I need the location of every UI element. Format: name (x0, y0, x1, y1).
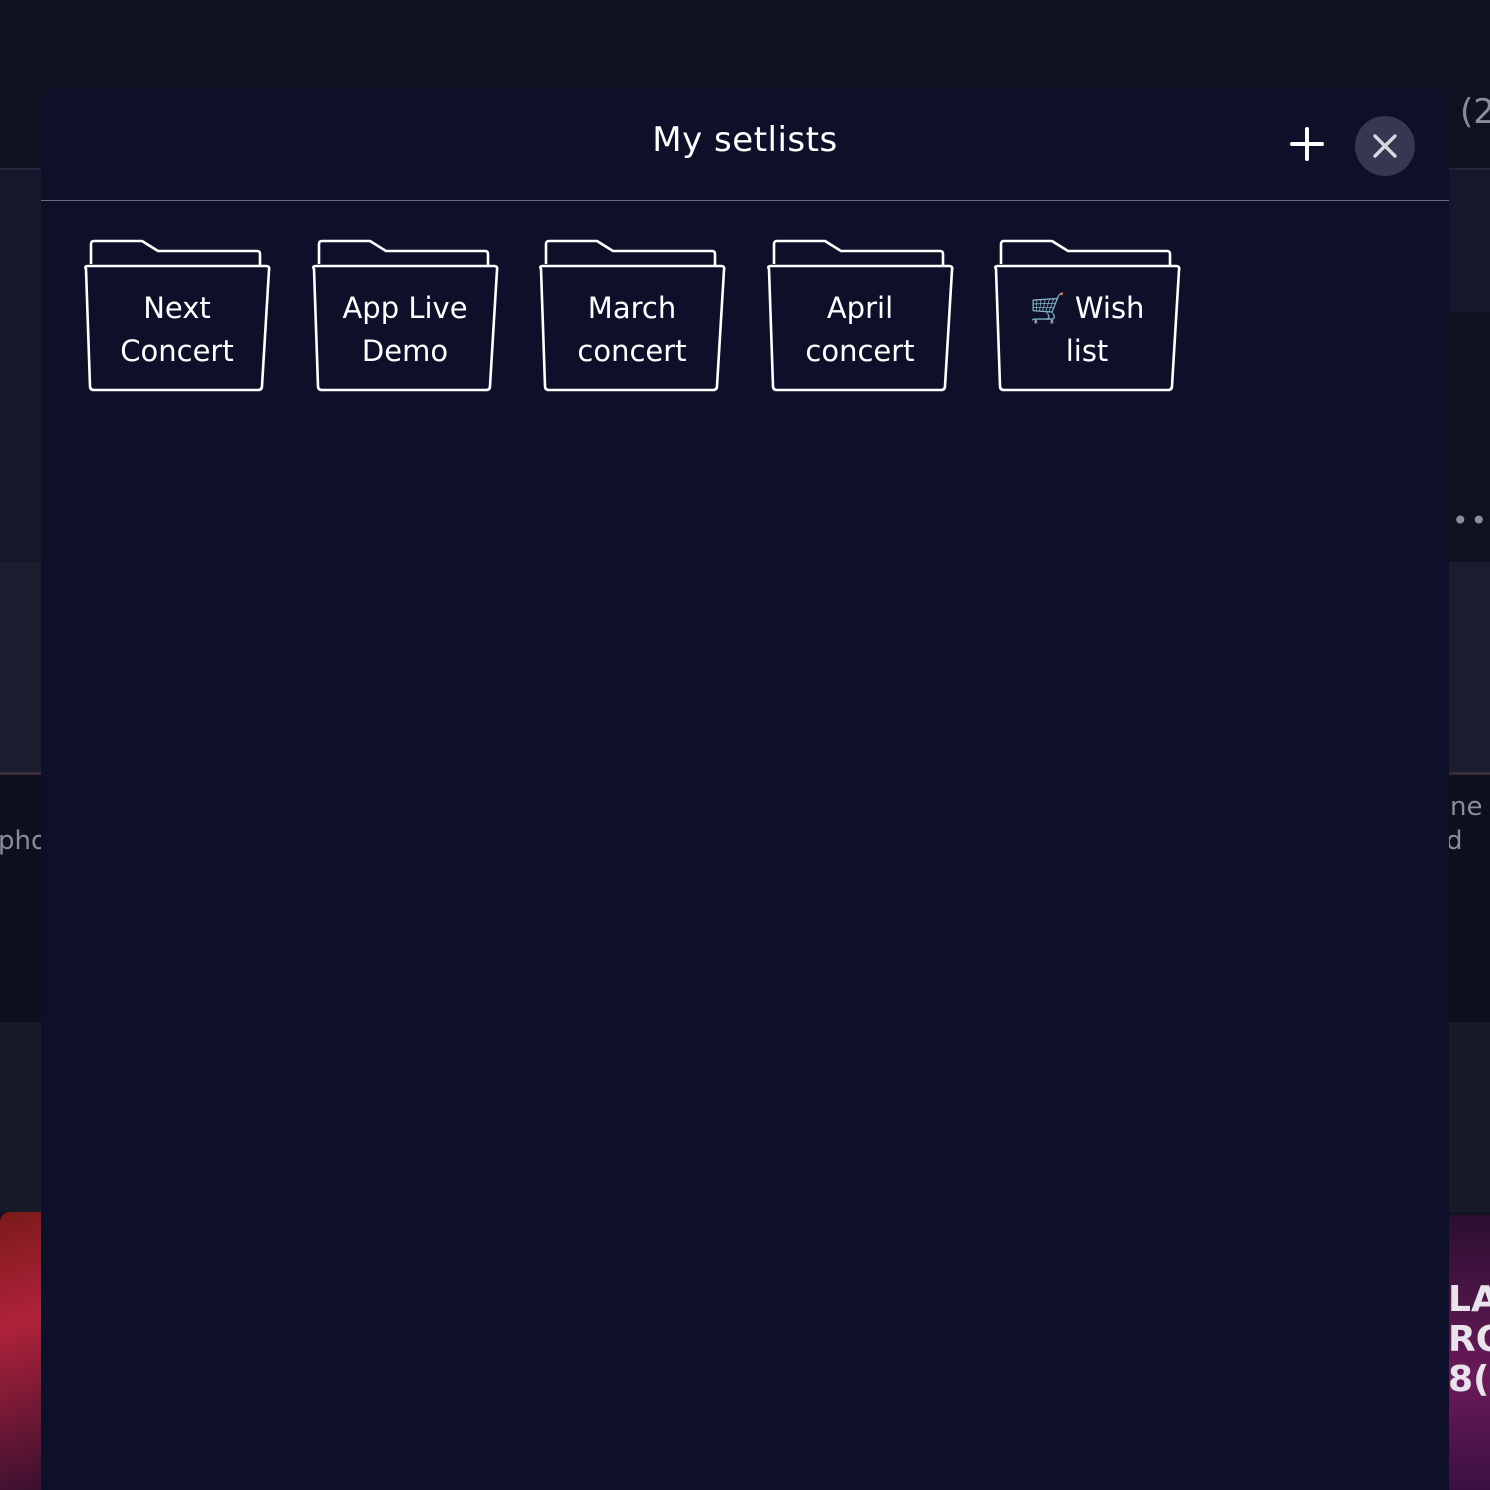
setlist-folder-next-concert[interactable]: Next Concert (82, 238, 272, 394)
setlist-folder-wish-list[interactable]: 🛒 Wish list (992, 238, 1182, 394)
folder-label: Next Concert (120, 291, 234, 368)
modal-title: My setlists (652, 120, 838, 160)
background-text: pho (0, 826, 47, 856)
folder-label: March concert (577, 291, 687, 368)
setlist-folder-april-concert[interactable]: April concert (765, 238, 955, 394)
close-icon (1373, 134, 1397, 158)
add-setlist-button[interactable] (1277, 114, 1337, 174)
close-button[interactable] (1355, 116, 1415, 176)
folder-label: App Live Demo (342, 291, 468, 368)
more-icon: ••• (1452, 504, 1490, 537)
background-text: (2 (1460, 92, 1490, 132)
folder-label: April concert (805, 291, 915, 368)
plus-icon (1290, 127, 1324, 161)
setlist-folder-app-live-demo[interactable]: App Live Demo (310, 238, 500, 394)
background-text: ne (1450, 792, 1483, 822)
modal-header: My setlists (41, 88, 1449, 201)
folder-label: 🛒 Wish list (1029, 291, 1145, 368)
background-art-text: LA RO 8( (1448, 1279, 1490, 1400)
background-album-art (0, 1212, 41, 1490)
setlists-modal: My setlists Next Concert App Live Demo M… (41, 88, 1449, 1490)
setlist-folder-march-concert[interactable]: March concert (537, 238, 727, 394)
